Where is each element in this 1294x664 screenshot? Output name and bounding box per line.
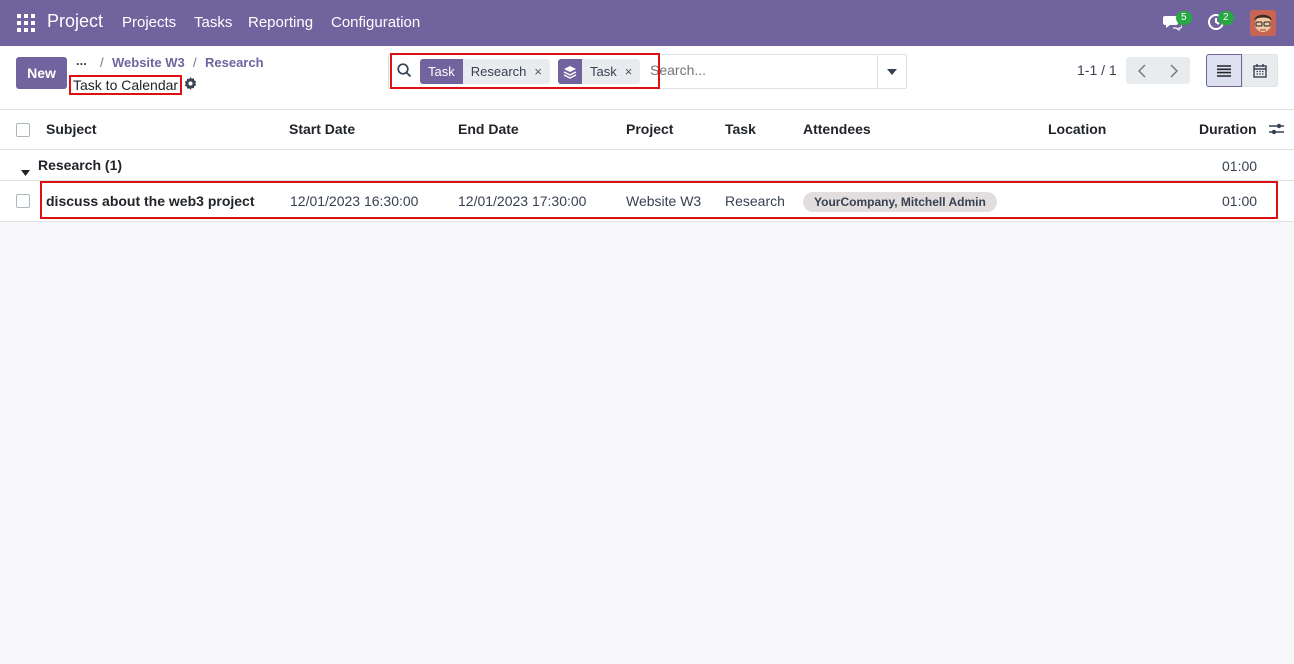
column-header-attendees[interactable]: Attendees: [803, 121, 871, 137]
menu-configuration[interactable]: Configuration: [331, 14, 420, 31]
calendar-icon: [1253, 63, 1267, 78]
breadcrumb-separator: /: [193, 55, 197, 70]
calendar-view-button[interactable]: [1242, 54, 1278, 87]
caret-down-icon: [21, 163, 30, 179]
menu-tasks[interactable]: Tasks: [194, 14, 232, 31]
column-header-start-date[interactable]: Start Date: [289, 121, 355, 137]
select-all-checkbox[interactable]: [16, 123, 30, 137]
caret-down-icon: [887, 68, 897, 75]
search-options-toggle[interactable]: [877, 55, 906, 88]
column-header-task[interactable]: Task: [725, 121, 756, 137]
activities-badge: 2: [1218, 11, 1234, 25]
search-highlight-box: [390, 53, 660, 89]
chevron-left-icon: [1138, 64, 1146, 77]
column-header-duration[interactable]: Duration: [1199, 121, 1257, 137]
top-navbar: Project Projects Tasks Reporting Configu…: [0, 0, 1294, 46]
list-icon: [1217, 64, 1231, 77]
new-button[interactable]: New: [16, 57, 67, 89]
group-row-research[interactable]: Research (1) 01:00: [0, 150, 1294, 181]
app-brand[interactable]: Project: [47, 11, 103, 32]
breadcrumb-ellipsis[interactable]: ...: [76, 53, 87, 68]
row-checkbox[interactable]: [16, 194, 30, 208]
pager-value[interactable]: 1-1 / 1: [1077, 62, 1117, 78]
row-highlight-box: [40, 181, 1278, 219]
page-title: Task to Calendar: [69, 75, 183, 95]
menu-reporting[interactable]: Reporting: [248, 14, 313, 31]
breadcrumb-separator: /: [100, 55, 104, 70]
list-view-button[interactable]: [1206, 54, 1242, 87]
table-header: Subject Start Date End Date Project Task…: [0, 110, 1294, 150]
pager-next-button[interactable]: [1158, 57, 1190, 84]
column-header-subject[interactable]: Subject: [46, 121, 97, 137]
user-avatar[interactable]: [1250, 10, 1276, 36]
column-header-end-date[interactable]: End Date: [458, 121, 519, 137]
menu-projects[interactable]: Projects: [122, 14, 176, 31]
chevron-right-icon: [1170, 64, 1178, 77]
optional-columns-icon[interactable]: [1269, 122, 1284, 139]
group-duration: 01:00: [1222, 158, 1258, 174]
app-menu-icon[interactable]: [17, 14, 35, 32]
group-label: Research (1): [38, 157, 123, 173]
messages-badge: 5: [1176, 11, 1192, 25]
control-panel: New ... / Website W3 / Research Task to …: [0, 46, 1294, 110]
column-header-location[interactable]: Location: [1048, 121, 1106, 137]
breadcrumb-website-w3[interactable]: Website W3: [112, 55, 185, 70]
gear-icon[interactable]: [184, 77, 197, 90]
pager-previous-button[interactable]: [1126, 57, 1158, 84]
column-header-project[interactable]: Project: [626, 121, 673, 137]
breadcrumb-research[interactable]: Research: [205, 55, 264, 70]
search-input[interactable]: [650, 62, 870, 78]
